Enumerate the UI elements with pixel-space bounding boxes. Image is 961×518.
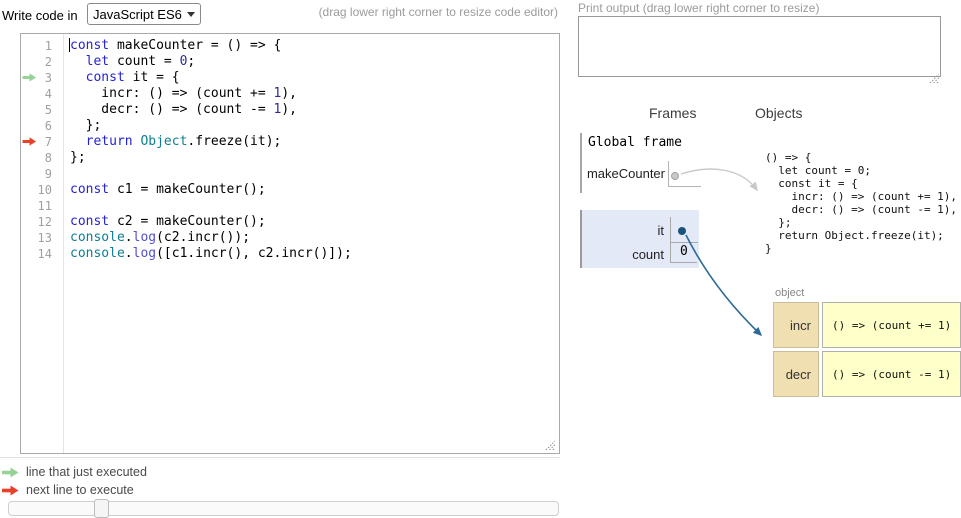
text-cursor	[69, 38, 70, 52]
line-code: const it = {	[70, 70, 180, 85]
pythontutor-page: Write code in JavaScript ES6 (drag lower…	[0, 0, 961, 518]
code-line[interactable]: 8};	[21, 149, 558, 165]
line-number: 4	[21, 87, 52, 101]
code-lines: 1const makeCounter = () => {2 let count …	[21, 37, 558, 261]
line-code: const c1 = makeCounter();	[70, 182, 266, 197]
heap-function-object: () => { let count = 0; const it = { incr…	[765, 151, 957, 255]
function-code-line: decr: () => (count -= 1),	[765, 203, 957, 216]
line-number: 13	[21, 231, 52, 245]
code-line[interactable]: 9	[21, 165, 558, 181]
print-output-resize-grip-icon[interactable]	[929, 73, 939, 83]
code-line[interactable]: 11	[21, 197, 558, 213]
execution-step-slider[interactable]	[8, 501, 559, 516]
legend-label: next line to execute	[26, 483, 134, 497]
line-code: };	[70, 150, 86, 165]
function-code-line: const it = {	[765, 177, 957, 190]
line-number: 3	[21, 71, 52, 85]
line-number: 6	[21, 119, 52, 133]
code-editor[interactable]: 1const makeCounter = () => {2 let count …	[20, 33, 560, 454]
variable-value-cell	[670, 217, 698, 243]
language-select[interactable]: JavaScript ES6	[87, 3, 201, 25]
code-line[interactable]: 7 return Object.freeze(it);	[21, 133, 558, 149]
footer-divider	[0, 457, 560, 458]
objects-header: Objects	[755, 105, 802, 121]
print-output-label: Print output (drag lower right corner to…	[578, 1, 819, 15]
variable-name-makeCounter: makeCounter	[582, 166, 665, 181]
editor-resize-grip-icon[interactable]	[545, 440, 555, 450]
heap-object-type-label: object	[775, 287, 804, 299]
write-code-in-label: Write code in	[2, 8, 78, 23]
code-line[interactable]: 4 incr: () => (count += 1),	[21, 85, 558, 101]
line-number: 2	[21, 55, 52, 69]
editor-resize-hint: (drag lower right corner to resize code …	[300, 5, 558, 19]
variable-name-count: count	[582, 247, 664, 262]
red-arrow-icon	[2, 485, 19, 496]
line-code: };	[70, 118, 101, 133]
line-number: 5	[21, 103, 52, 117]
print-output-textarea[interactable]	[578, 16, 941, 77]
line-number: 7	[21, 135, 52, 149]
line-number: 1	[21, 39, 52, 53]
function-code-line: () => {	[765, 151, 957, 164]
code-line[interactable]: 10 const c1 = makeCounter();	[21, 181, 558, 197]
function-code-line: };	[765, 216, 957, 229]
code-line[interactable]: 12 const c2 = makeCounter();	[21, 213, 558, 229]
current-frame: it count 0	[580, 210, 699, 268]
line-code: console.log([c1.incr(), c2.incr()]);	[70, 246, 352, 261]
code-line[interactable]: 13 console.log(c2.incr());	[21, 229, 558, 245]
object-value: () => (count += 1)	[822, 302, 961, 348]
slider-handle[interactable]	[94, 499, 109, 518]
legend-row-executed: line that just executed	[2, 463, 147, 481]
legend-row-next: next line to execute	[2, 481, 147, 499]
function-code-line: incr: () => (count += 1),	[765, 190, 957, 203]
function-code-line: }	[765, 242, 957, 255]
heap-object-table: incr() => (count += 1)decr() => (count -…	[770, 299, 961, 400]
object-key: decr	[773, 351, 819, 397]
legend-label: line that just executed	[26, 465, 147, 479]
line-number: 12	[21, 215, 52, 229]
global-frame-title: Global frame	[588, 135, 682, 150]
object-key: incr	[773, 302, 819, 348]
code-line[interactable]: 1 const makeCounter = () => {	[21, 37, 558, 53]
global-frame: Global frame makeCounter	[580, 133, 699, 193]
code-line[interactable]: 2 let count = 0;	[21, 53, 558, 69]
line-number: 8	[21, 151, 52, 165]
line-code: decr: () => (count -= 1),	[70, 102, 297, 117]
variable-name-it: it	[582, 223, 664, 238]
line-code: console.log(c2.incr());	[70, 230, 250, 245]
green-arrow-icon	[2, 467, 19, 478]
line-number: 14	[21, 247, 52, 261]
function-code-line: return Object.freeze(it);	[765, 229, 957, 242]
line-number: 11	[21, 199, 52, 213]
execution-legend: line that just executed next line to exe…	[2, 463, 147, 499]
object-value: () => (count -= 1)	[822, 351, 961, 397]
line-code: const c2 = makeCounter();	[70, 214, 266, 229]
object-entry-row: incr() => (count += 1)	[773, 302, 961, 348]
code-line[interactable]: 5 decr: () => (count -= 1),	[21, 101, 558, 117]
line-code: const makeCounter = () => {	[70, 38, 281, 53]
line-code: incr: () => (count += 1),	[70, 86, 297, 101]
line-number: 9	[21, 167, 52, 181]
code-line[interactable]: 3 const it = {	[21, 69, 558, 85]
function-code-line: let count = 0;	[765, 164, 957, 177]
code-line[interactable]: 14 console.log([c1.incr(), c2.incr()]);	[21, 245, 558, 261]
frames-header: Frames	[649, 105, 696, 121]
line-code: return Object.freeze(it);	[70, 134, 281, 149]
object-entry-row: decr() => (count -= 1)	[773, 351, 961, 397]
code-line[interactable]: 6 };	[21, 117, 558, 133]
line-number: 10	[21, 183, 52, 197]
variable-value-cell	[668, 161, 701, 187]
variable-value-count: 0	[670, 242, 697, 263]
line-code: let count = 0;	[70, 54, 195, 69]
